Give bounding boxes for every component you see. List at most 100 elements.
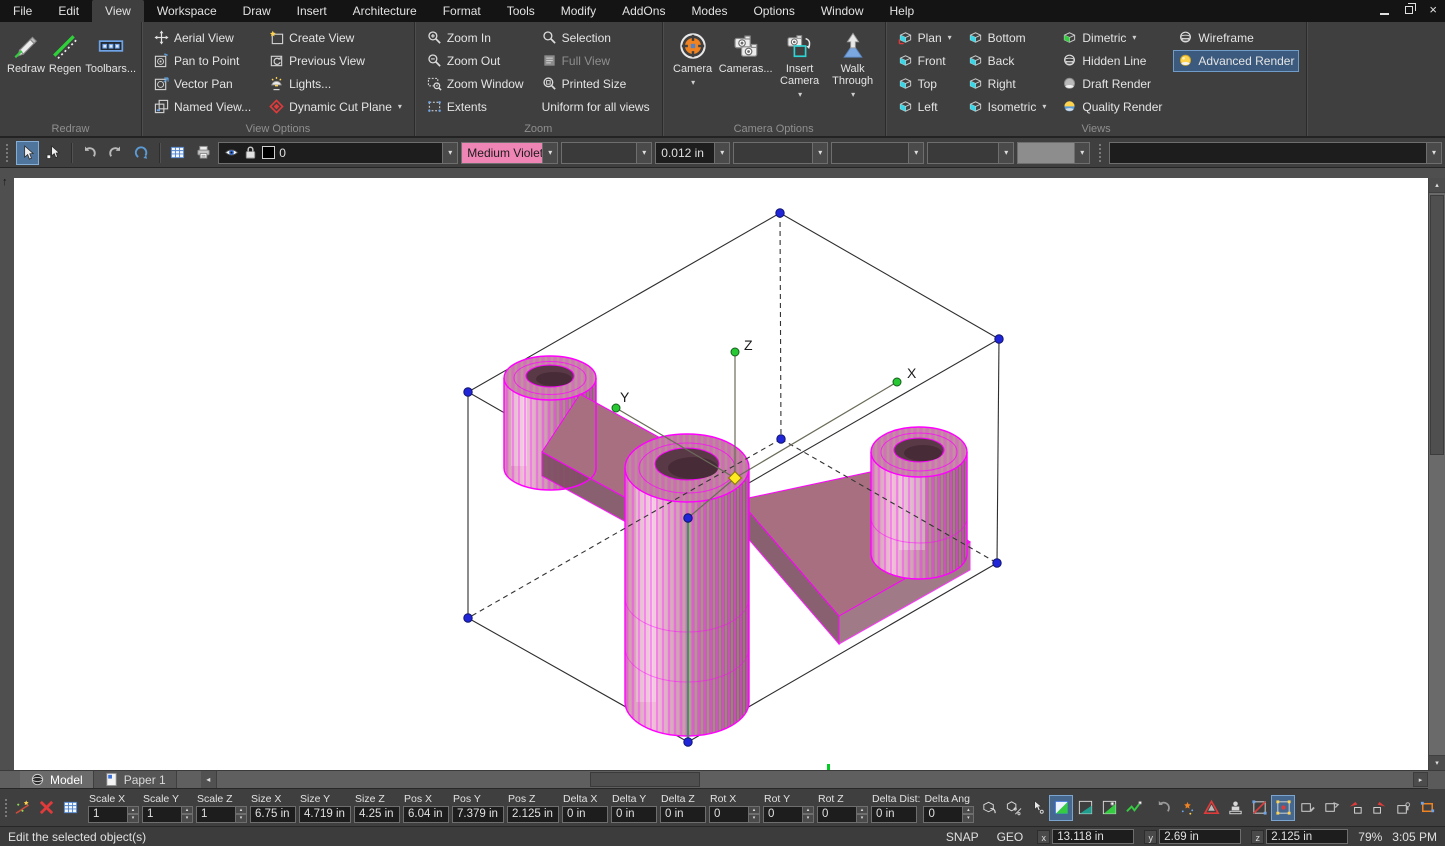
undo-small-icon[interactable] [1151,795,1175,821]
chevron-down-icon[interactable]: ▾ [1427,142,1442,164]
view-dimetric-button[interactable]: Dimetric▾ [1057,27,1167,49]
zoom-out-button[interactable]: Zoom Out [422,50,529,72]
extents-button[interactable]: Extents [422,96,529,118]
chevron-down-icon[interactable]: ▾ [443,142,458,164]
y-coord-icon[interactable]: y [1144,830,1157,844]
menu-draw[interactable]: Draw [230,0,284,22]
menu-help[interactable]: Help [877,0,928,22]
chevron-down-icon[interactable]: ▾ [637,142,652,164]
toolbar-grip[interactable] [1099,144,1103,162]
regen-button[interactable]: Regen [49,26,81,75]
spray-mode-icon[interactable] [1175,795,1199,821]
menu-format[interactable]: Format [430,0,494,22]
menu-tools[interactable]: Tools [494,0,548,22]
wireframe-button[interactable]: Wireframe [1173,27,1299,49]
warning-mode-icon[interactable] [1199,795,1223,821]
menu-window[interactable]: Window [808,0,877,22]
scale-y-stepper[interactable]: ▴▾ [182,806,193,823]
snap-toggle[interactable]: SNAP [942,830,983,844]
rot-z-input[interactable]: 0 [817,806,857,823]
pattern-combo[interactable]: ▾ [733,142,828,164]
menu-modes[interactable]: Modes [678,0,740,22]
coordinate-combo[interactable]: ▾ [1109,142,1442,164]
size-z-input[interactable]: 4.25 in [354,806,400,823]
hidden-line-button[interactable]: Hidden Line [1057,50,1167,72]
select-3d-mode-icon[interactable] [977,795,1001,821]
zoom-window-button[interactable]: Zoom Window [422,73,529,95]
chevron-down-icon[interactable]: ▾ [909,142,924,164]
named-view-button[interactable]: Named View... [149,96,256,118]
chevron-down-icon[interactable]: ▾ [715,142,730,164]
delta-z-input[interactable]: 0 in [660,806,706,823]
selection-info-button[interactable] [166,141,189,165]
aerial-view-button[interactable]: Aerial View [149,27,256,49]
view-left-button[interactable]: Left [893,96,957,118]
edit-handles-mode-icon[interactable] [1319,795,1343,821]
create-view-button[interactable]: Create View [264,27,407,49]
view-isometric-button[interactable]: Isometric▾ [963,96,1052,118]
pos-x-input[interactable]: 6.04 in [403,806,449,823]
view-right-button[interactable]: Right [963,73,1052,95]
scroll-up-icon[interactable]: ▴ [1429,178,1445,193]
pen-color-combo[interactable]: Medium Violet ▾ [461,142,558,164]
chevron-down-icon[interactable]: ▾ [1075,142,1090,164]
tab-scroll-left-icon[interactable]: ◂ [201,771,217,788]
tab-paper-1[interactable]: Paper 1 [94,771,177,788]
toolbar-grip[interactable] [5,799,7,817]
draft-render-button[interactable]: Draft Render [1057,73,1167,95]
delta-dist-input[interactable]: 0 in [871,806,917,823]
bounds-mode-icon[interactable] [1415,795,1439,821]
print-button[interactable] [192,141,215,165]
menu-architecture[interactable]: Architecture [340,0,430,22]
camera-button[interactable]: Camera▾ [670,26,716,87]
pos-y-input[interactable]: 7.379 in [452,806,504,823]
chevron-down-icon[interactable]: ▾ [543,142,558,164]
node-edit-tool-button[interactable] [42,141,65,165]
menu-insert[interactable]: Insert [284,0,340,22]
style-combo[interactable]: ▾ [927,142,1014,164]
lock-reference-icon[interactable] [1391,795,1415,821]
geo-toggle[interactable]: GEO [993,830,1028,844]
pos-z-input[interactable]: 2.125 in [507,806,559,823]
selection-info-toggle[interactable] [58,795,82,821]
hatch-combo[interactable]: ▾ [831,142,924,164]
y-coord-field[interactable]: 2.69 in [1159,829,1241,844]
scroll-down-icon[interactable]: ▾ [1429,755,1445,770]
x-coord-icon[interactable]: x [1037,830,1050,844]
z-coord-icon[interactable]: z [1251,830,1264,844]
rot-x-stepper[interactable]: ▴▾ [749,806,760,823]
scroll-right-icon[interactable]: ▸ [1413,772,1428,787]
restore-icon[interactable] [1405,6,1413,14]
window-select-mode-icon[interactable] [1049,795,1073,821]
redraw-button[interactable]: Redraw [7,26,45,75]
pen-style-combo[interactable]: ▾ [561,142,652,164]
rotate-handle-a-icon[interactable] [1343,795,1367,821]
pick-point-mode-icon[interactable] [1025,795,1049,821]
z-coord-field[interactable]: 2.125 in [1266,829,1348,844]
lights-button[interactable]: Lights... [264,73,407,95]
scale-x-input[interactable]: 1 [88,806,128,823]
rot-z-stepper[interactable]: ▴▾ [857,806,868,823]
previous-view-button[interactable]: Previous View [264,50,407,72]
fill-combo[interactable]: ▾ [1017,142,1090,164]
dynamic-cut-plane-button[interactable]: Dynamic Cut Plane▾ [264,96,407,118]
size-x-input[interactable]: 6.75 in [250,806,296,823]
view-plan-button[interactable]: Plan▾ [893,27,957,49]
view-back-button[interactable]: Back [963,50,1052,72]
menu-options[interactable]: Options [740,0,807,22]
center-reference-mode-icon[interactable] [1271,795,1295,821]
menu-file[interactable]: File [0,0,45,22]
menu-modify[interactable]: Modify [548,0,609,22]
chevron-down-icon[interactable]: ▾ [813,142,828,164]
chevron-down-icon[interactable]: ▾ [999,142,1014,164]
rotate-handle-b-icon[interactable] [1367,795,1391,821]
horizontal-scrollbar-thumb[interactable] [590,772,700,787]
delta-y-input[interactable]: 0 in [611,806,657,823]
edit-selection-button[interactable] [10,795,34,821]
view-top-button[interactable]: Top [893,73,957,95]
redo-button[interactable] [104,141,127,165]
scale-z-stepper[interactable]: ▴▾ [236,806,247,823]
undo-button[interactable] [78,141,101,165]
x-axis-handle[interactable] [893,378,901,386]
no-frame-mode-icon[interactable] [1247,795,1271,821]
